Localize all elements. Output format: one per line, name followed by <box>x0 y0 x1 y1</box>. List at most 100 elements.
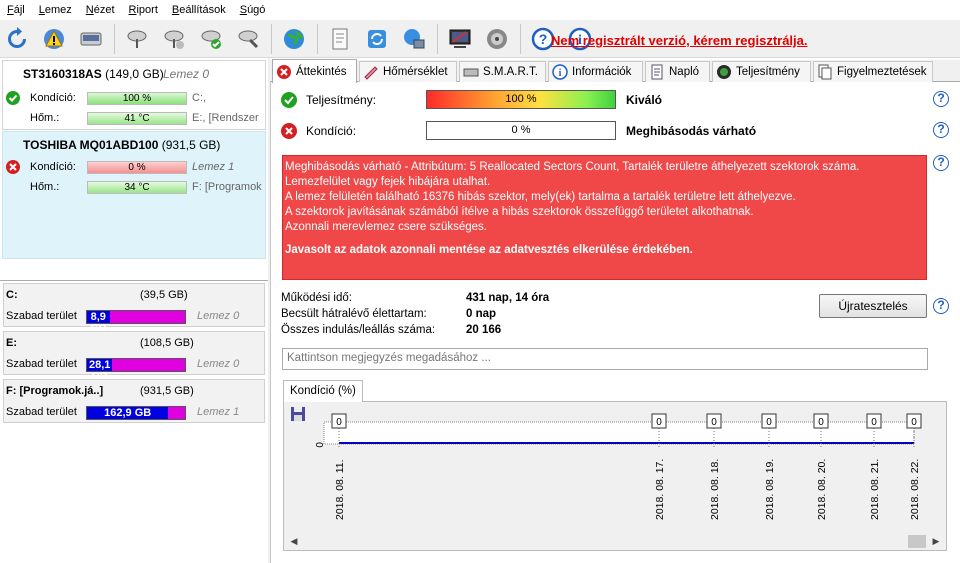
failure-alert: Meghibásodás várható - Attribútum: 5 Rea… <box>282 155 927 280</box>
x-tick-label: 2018. 08. 19. <box>764 459 776 520</box>
tab-smart[interactable]: S.M.A.R.T. <box>459 61 546 82</box>
disk-name: TOSHIBA MQ01ABD100 (931,5 GB) <box>23 138 221 152</box>
data-label: 0 <box>818 417 824 428</box>
tab-overview[interactable]: Áttekintés <box>272 59 357 83</box>
free-space-bar: 162,9 GB <box>86 406 186 420</box>
volume-item[interactable]: C: (39,5 GB) Szabad terület 8,9 GB Lemez… <box>3 283 265 335</box>
disk-item[interactable]: ST3160318AS (149,0 GB) Lemez 0 Kondíció: … <box>2 60 266 130</box>
refresh-icon[interactable] <box>3 25 31 53</box>
temp-bar: 41 °C <box>87 112 187 125</box>
menu-view[interactable]: Nézet <box>81 4 124 16</box>
scroll-right-arrow[interactable]: ▶ <box>929 535 943 548</box>
toolbar-separator <box>114 23 115 54</box>
menu-report[interactable]: Riport <box>124 4 167 16</box>
health-bar: 100 % <box>87 92 187 105</box>
menu-help[interactable]: Súgó <box>235 4 275 16</box>
log-icon <box>649 64 665 80</box>
x-tick-label: 2018. 08. 18. <box>709 459 721 520</box>
network-icon[interactable] <box>400 25 428 53</box>
disk-icon[interactable] <box>77 25 105 53</box>
svg-text:?: ? <box>539 31 548 47</box>
retest-button[interactable]: Újratesztelés <box>819 294 927 318</box>
tab-info[interactable]: i Információk <box>548 61 643 82</box>
register-link[interactable]: Nem regisztrált verzió, kérem regisztrál… <box>551 33 808 48</box>
monitor-settings-icon[interactable] <box>446 25 474 53</box>
sync-icon[interactable] <box>363 25 391 53</box>
report-icon[interactable] <box>326 25 354 53</box>
svg-text:i: i <box>559 68 562 79</box>
disk-health-row: Kondíció: 100 % C:, <box>3 91 267 107</box>
data-label: 0 <box>711 417 717 428</box>
toolbar: ? i <box>0 20 960 58</box>
menu-bar: Fájl Lemez Nézet Riport Beállítások Súgó <box>0 0 960 20</box>
tab-log[interactable]: Napló <box>645 61 710 82</box>
disk-check-icon[interactable] <box>160 25 188 53</box>
toolbar-separator <box>271 23 272 54</box>
disk-panel: ST3160318AS (149,0 GB) Lemez 0 Kondíció: … <box>0 58 268 563</box>
tab-warnings[interactable]: Figyelmeztetések <box>813 61 933 82</box>
volume-list: C: (39,5 GB) Szabad terület 8,9 GB Lemez… <box>0 280 268 563</box>
info-icon: i <box>552 64 568 80</box>
sound-icon[interactable] <box>483 25 511 53</box>
ok-status-icon <box>6 91 20 105</box>
error-status-icon <box>281 123 297 139</box>
temp-bar: 34 °C <box>87 181 187 194</box>
menu-settings[interactable]: Beállítások <box>167 4 235 16</box>
tab-performance[interactable]: Teljesítmény <box>712 61 811 82</box>
x-tick-label: 2018. 08. 21. <box>869 459 881 520</box>
health-row: Kondíció: 0 % Meghibásodás várható ? <box>281 121 951 141</box>
warnings-icon <box>817 64 833 80</box>
health-bar: 0 % <box>426 121 616 140</box>
disk-item-selected[interactable]: TOSHIBA MQ01ABD100 (931,5 GB) Kondíció: … <box>2 131 266 259</box>
x-tick-label: 2018. 08. 17. <box>654 459 666 520</box>
warning-refresh-icon[interactable] <box>40 25 68 53</box>
volume-item[interactable]: E: (108,5 GB) Szabad terület 28,1 GB Lem… <box>3 331 265 383</box>
disk-name: ST3160318AS (149,0 GB) Lemez 0 <box>23 67 210 81</box>
thermometer-icon <box>363 64 379 80</box>
help-icon[interactable]: ? <box>933 122 949 138</box>
free-space-bar: 8,9 GB <box>86 310 186 335</box>
scroll-thumb[interactable] <box>908 535 926 548</box>
disk-tools-icon[interactable] <box>123 25 151 53</box>
tab-temperature[interactable]: Hőmérséklet <box>359 61 457 82</box>
error-icon <box>276 64 292 80</box>
data-label: 0 <box>336 417 342 428</box>
data-label: 0 <box>911 417 917 428</box>
health-bar: 0 % <box>87 161 187 174</box>
horizontal-scrollbar[interactable]: ◀ ▶ <box>284 533 946 550</box>
volume-item[interactable]: F: [Programok.já..] (931,5 GB) Szabad te… <box>3 379 265 423</box>
help-icon[interactable]: ? <box>933 298 949 314</box>
error-status-icon <box>6 160 20 174</box>
health-chart: 0 0 2018. 08. 11. 0 2018. 08. 17. 0 2018. 08. … <box>283 401 947 551</box>
free-space-bar: 28,1 GB <box>86 358 186 383</box>
detail-panel: Áttekintés Hőmérséklet S.M.A.R.T. i Info… <box>270 58 960 563</box>
disk-ok-icon[interactable] <box>197 25 225 53</box>
help-icon[interactable]: ? <box>933 91 949 107</box>
scroll-left-arrow[interactable]: ◀ <box>287 535 301 548</box>
x-tick-label: 2018. 08. 20. <box>816 459 828 520</box>
chart-tab-health[interactable]: Kondíció (%) <box>283 380 363 402</box>
drive-icon <box>463 64 479 80</box>
menu-disk[interactable]: Lemez <box>34 4 81 16</box>
x-tick-label: 2018. 08. 22. <box>909 459 921 520</box>
help-icon[interactable]: ? <box>933 155 949 171</box>
menu-file[interactable]: Fájl <box>2 4 34 16</box>
data-label: 0 <box>766 417 772 428</box>
y-tick-label: 0 <box>315 442 326 448</box>
x-tick-label: 2018. 08. 11. <box>334 459 346 520</box>
gauge-icon <box>716 64 732 80</box>
stats-block: Működési idő: 431 nap, 14 óra Becsült hát… <box>281 292 550 336</box>
globe-icon[interactable] <box>280 25 308 53</box>
data-label: 0 <box>656 417 662 428</box>
ok-status-icon <box>281 92 297 108</box>
comment-input[interactable]: Kattintson megjegyzés megadásához ... <box>282 348 928 370</box>
chart-plot: 0 0 2018. 08. 11. 0 2018. 08. 17. 0 2018. 08. … <box>315 413 922 520</box>
disk-temp-row: Hőm.: 41 °C E:, [Rendszer <box>30 112 259 125</box>
performance-bar: 100 % <box>426 90 616 109</box>
disk-temp-row: Hőm.: 34 °C F: [Programok <box>30 181 262 194</box>
toolbar-separator <box>317 23 318 54</box>
disk-scan-icon[interactable] <box>234 25 262 53</box>
performance-row: Teljesítmény: 100 % Kiváló ? <box>281 90 951 110</box>
tab-bar: Áttekintés Hőmérséklet S.M.A.R.T. i Info… <box>270 59 960 83</box>
disk-health-row: Kondíció: 0 % Lemez 1 <box>3 160 267 176</box>
